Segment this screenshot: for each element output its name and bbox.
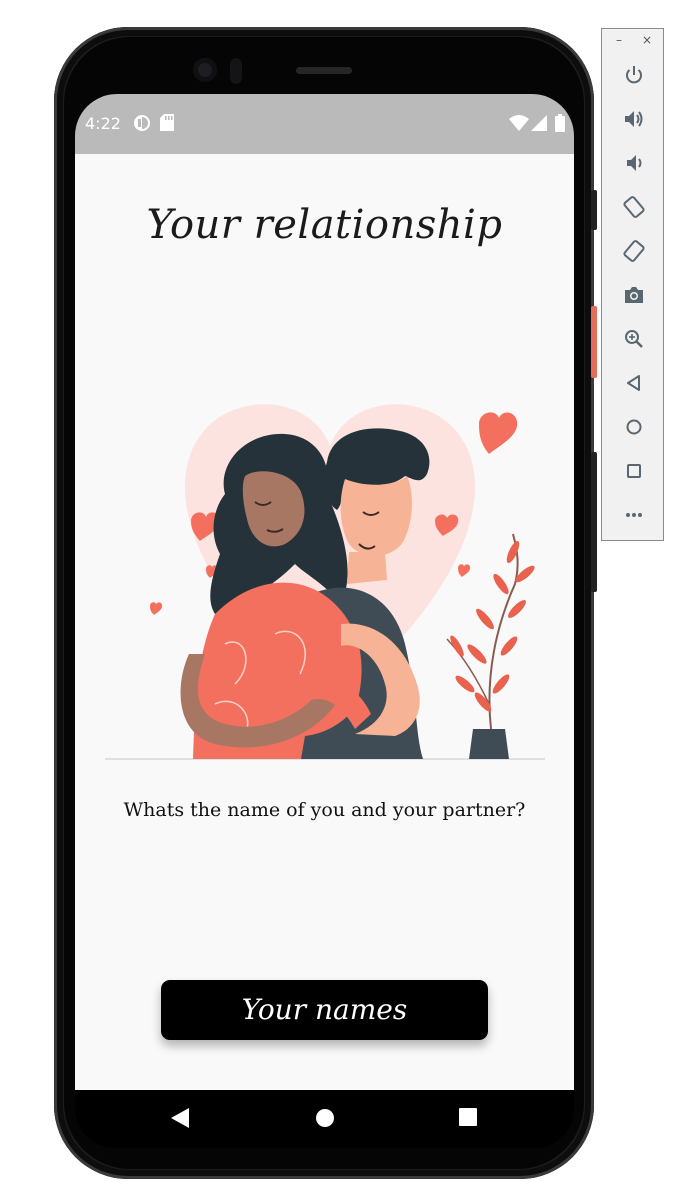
camera-icon[interactable]	[622, 283, 646, 307]
back-icon[interactable]	[622, 371, 646, 395]
page-title: Your relationship	[146, 202, 503, 248]
hardware-power-button	[591, 306, 597, 378]
hardware-volume-button	[591, 452, 597, 592]
home-icon[interactable]	[315, 1108, 335, 1132]
earpiece-speaker	[296, 67, 352, 74]
app-notification-icon	[133, 114, 151, 136]
battery-icon	[555, 114, 565, 136]
hardware-button-top	[591, 190, 597, 230]
partner-name-question: Whats the name of you and your partner?	[123, 799, 526, 821]
cellular-signal-icon	[531, 115, 547, 135]
home-icon[interactable]	[622, 415, 646, 439]
power-icon[interactable]	[622, 63, 646, 87]
navigation-bar	[75, 1090, 574, 1148]
your-names-button[interactable]: Your names	[161, 980, 488, 1040]
more-icon[interactable]	[622, 503, 646, 527]
rotate-right-icon[interactable]	[622, 239, 646, 263]
overview-icon[interactable]	[622, 459, 646, 483]
front-sensor	[230, 58, 242, 84]
close-window-button[interactable]: ×	[642, 33, 652, 47]
status-bar: 4:22	[75, 94, 574, 154]
device-screen: 4:22 Your relationship Whats the name of…	[75, 94, 574, 1148]
emulator-toolbar: – ×	[601, 28, 664, 541]
back-icon[interactable]	[171, 1108, 189, 1132]
recents-icon[interactable]	[459, 1108, 477, 1130]
relationship-screen: Your relationship Whats the name of you …	[75, 154, 574, 1090]
rotate-left-icon[interactable]	[622, 195, 646, 219]
volume-up-icon[interactable]	[622, 107, 646, 131]
front-camera	[193, 58, 217, 82]
minimize-button[interactable]: –	[616, 33, 622, 47]
zoom-icon[interactable]	[622, 327, 646, 351]
sd-card-icon	[160, 114, 174, 135]
couple-hugging-illustration	[105, 384, 545, 768]
wifi-icon	[509, 115, 529, 135]
status-time: 4:22	[85, 114, 121, 133]
volume-down-icon[interactable]	[622, 151, 646, 175]
